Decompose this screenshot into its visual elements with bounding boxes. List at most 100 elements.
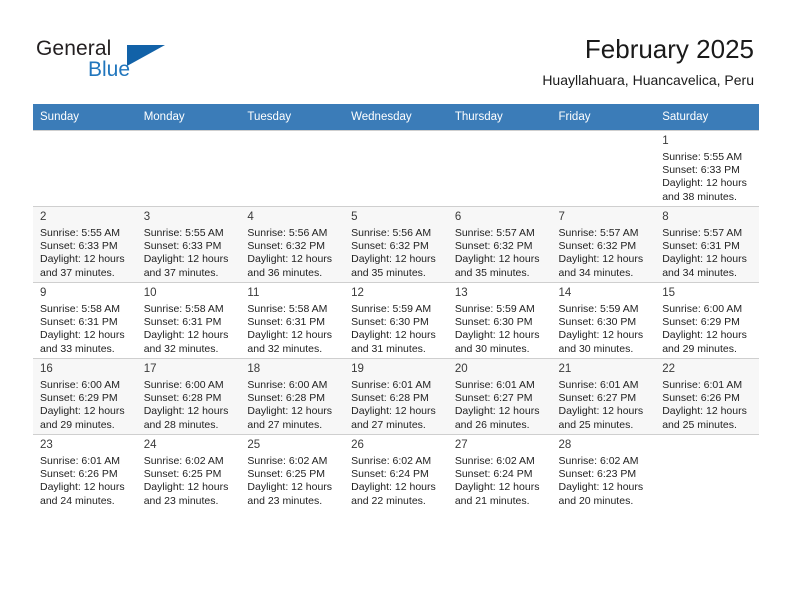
sunset-text: Sunset: 6:29 PM	[662, 316, 740, 329]
sunrise-text: Sunrise: 6:02 AM	[143, 455, 224, 467]
day-cell[interactable]: 12 Sunrise: 5:59 AM Sunset: 6:30 PM Dayligh…	[344, 282, 448, 358]
day-number: 17	[143, 363, 157, 375]
day-number: 19	[351, 363, 364, 375]
day-cell[interactable]: 28 Sunrise: 6:02 AM Sunset: 6:23 PM Dayligh…	[551, 434, 656, 510]
day-cell[interactable]: 8 Sunrise: 5:57 AM Sunset: 6:31 PM Daylight…	[655, 206, 759, 282]
day-cell[interactable]: 1 Sunrise: 5:55 AM Sunset: 6:33 PM Daylight…	[655, 130, 759, 206]
daylight-text: Daylight: 12 hours and 25 minutes.	[662, 405, 747, 431]
day-info: Sunrise: 6:01 AM Sunset: 6:26 PM Daylight:…	[662, 379, 754, 432]
day-cell[interactable]: 21 Sunrise: 6:01 AM Sunset: 6:27 PM Dayligh…	[551, 358, 656, 434]
day-cell-empty	[344, 130, 448, 206]
logo-text-blue: Blue	[88, 58, 131, 81]
day-cell[interactable]: 23 Sunrise: 6:01 AM Sunset: 6:26 PM Dayligh…	[33, 434, 137, 510]
sunrise-text: Sunrise: 6:02 AM	[558, 455, 639, 467]
day-info: Sunrise: 5:59 AM Sunset: 6:30 PM Daylight:…	[559, 303, 651, 356]
day-info: Sunrise: 6:00 AM Sunset: 6:29 PM Daylight:…	[40, 379, 132, 432]
day-cell[interactable]: 11 Sunrise: 5:58 AM Sunset: 6:31 PM Dayligh…	[240, 282, 345, 358]
sunset-text: Sunset: 6:33 PM	[40, 240, 118, 253]
daylight-text: Daylight: 12 hours and 37 minutes.	[143, 253, 229, 279]
day-cell[interactable]: 2 Sunrise: 5:55 AM Sunset: 6:33 PM Daylight…	[33, 206, 137, 282]
day-info: Sunrise: 6:02 AM Sunset: 6:25 PM Daylight:…	[144, 455, 236, 508]
daylight-text: Daylight: 12 hours and 34 minutes.	[662, 253, 747, 279]
day-cell[interactable]: 10 Sunrise: 5:58 AM Sunset: 6:31 PM Dayligh…	[136, 282, 241, 358]
day-info: Sunrise: 5:57 AM Sunset: 6:31 PM Daylight:…	[662, 227, 754, 280]
day-cell[interactable]: 5 Sunrise: 5:56 AM Sunset: 6:32 PM Daylight…	[344, 206, 448, 282]
day-cell[interactable]: 19 Sunrise: 6:01 AM Sunset: 6:28 PM Dayligh…	[344, 358, 448, 434]
sunrise-text: Sunrise: 6:01 AM	[351, 379, 432, 391]
day-number: 4	[247, 211, 254, 223]
day-cell[interactable]: 26 Sunrise: 6:02 AM Sunset: 6:24 PM Dayligh…	[344, 434, 448, 510]
title-block: February 2025 Huayllahuara, Huancavelica…	[542, 33, 754, 89]
sunset-text: Sunset: 6:31 PM	[662, 240, 740, 253]
day-number: 3	[143, 211, 151, 223]
sunrise-text: Sunrise: 5:55 AM	[40, 227, 120, 239]
day-number: 26	[351, 439, 364, 451]
sunrise-text: Sunrise: 6:01 AM	[454, 379, 535, 391]
day-cell[interactable]: 4 Sunrise: 5:56 AM Sunset: 6:32 PM Daylight…	[240, 206, 345, 282]
daylight-text: Daylight: 12 hours and 38 minutes.	[662, 177, 747, 203]
daylight-text: Daylight: 12 hours and 29 minutes.	[662, 329, 747, 355]
sunset-text: Sunset: 6:30 PM	[558, 316, 637, 329]
day-cell[interactable]: 20 Sunrise: 6:01 AM Sunset: 6:27 PM Dayligh…	[447, 358, 552, 434]
day-info: Sunrise: 6:01 AM Sunset: 6:27 PM Daylight:…	[559, 379, 651, 432]
sunrise-text: Sunrise: 5:58 AM	[40, 303, 120, 315]
day-cell[interactable]: 15 Sunrise: 6:00 AM Sunset: 6:29 PM Dayligh…	[655, 282, 759, 358]
daylight-text: Daylight: 12 hours and 30 minutes.	[558, 329, 644, 355]
daylight-text: Daylight: 12 hours and 26 minutes.	[454, 405, 540, 431]
day-info: Sunrise: 5:59 AM Sunset: 6:30 PM Daylight:…	[351, 303, 443, 356]
day-cell[interactable]: 3 Sunrise: 5:55 AM Sunset: 6:33 PM Daylight…	[136, 206, 241, 282]
day-number: 25	[247, 439, 261, 451]
sunset-text: Sunset: 6:25 PM	[247, 468, 326, 481]
day-info: Sunrise: 6:02 AM Sunset: 6:25 PM Daylight:…	[247, 455, 339, 508]
day-cell[interactable]: 13 Sunrise: 5:59 AM Sunset: 6:30 PM Dayligh…	[447, 282, 552, 358]
day-cell[interactable]: 6 Sunrise: 5:57 AM Sunset: 6:32 PM Daylight…	[447, 206, 552, 282]
day-number: 12	[351, 287, 364, 299]
weekday-header-wednesday: Wednesday	[344, 104, 448, 130]
day-info: Sunrise: 6:01 AM Sunset: 6:26 PM Daylight:…	[40, 455, 132, 508]
day-cell[interactable]: 25 Sunrise: 6:02 AM Sunset: 6:25 PM Dayligh…	[240, 434, 345, 510]
sunrise-text: Sunrise: 6:01 AM	[558, 379, 639, 391]
day-cell-empty	[551, 130, 656, 206]
day-cell[interactable]: 9 Sunrise: 5:58 AM Sunset: 6:31 PM Daylight…	[33, 282, 137, 358]
daylight-text: Daylight: 12 hours and 32 minutes.	[247, 329, 333, 355]
day-number: 1	[662, 135, 669, 147]
sunrise-text: Sunrise: 5:56 AM	[351, 227, 432, 239]
day-number: 23	[40, 439, 53, 451]
day-cell[interactable]: 27 Sunrise: 6:02 AM Sunset: 6:24 PM Dayligh…	[447, 434, 552, 510]
day-number: 22	[662, 363, 676, 375]
day-number: 10	[143, 287, 157, 299]
page-header: General Blue February 2025 Huayllahuara,…	[0, 0, 792, 100]
day-cell[interactable]: 18 Sunrise: 6:00 AM Sunset: 6:28 PM Dayligh…	[240, 358, 345, 434]
daylight-text: Daylight: 12 hours and 35 minutes.	[351, 253, 436, 279]
weekday-header-sunday: Sunday	[33, 104, 137, 130]
day-cell[interactable]: 22 Sunrise: 6:01 AM Sunset: 6:26 PM Dayligh…	[655, 358, 759, 434]
day-info: Sunrise: 5:58 AM Sunset: 6:31 PM Daylight:…	[247, 303, 339, 356]
day-number: 27	[454, 439, 468, 451]
day-cell[interactable]: 14 Sunrise: 5:59 AM Sunset: 6:30 PM Dayligh…	[551, 282, 656, 358]
daylight-text: Daylight: 12 hours and 32 minutes.	[143, 329, 229, 355]
day-info: Sunrise: 6:00 AM Sunset: 6:28 PM Daylight:…	[247, 379, 339, 432]
page-subtitle: Huayllahuara, Huancavelica, Peru	[542, 72, 754, 88]
sunset-text: Sunset: 6:31 PM	[247, 316, 326, 329]
sunset-text: Sunset: 6:32 PM	[558, 240, 637, 253]
day-number: 16	[40, 363, 53, 375]
day-info: Sunrise: 5:55 AM Sunset: 6:33 PM Daylight:…	[144, 227, 236, 280]
sunset-text: Sunset: 6:27 PM	[558, 392, 637, 405]
day-info: Sunrise: 6:00 AM Sunset: 6:28 PM Daylight:…	[144, 379, 236, 432]
day-cell[interactable]: 7 Sunrise: 5:57 AM Sunset: 6:32 PM Daylight…	[551, 206, 656, 282]
sunrise-sunset-calendar: Sunday Monday Tuesday Wednesday Thursday…	[33, 104, 759, 510]
sunrise-text: Sunrise: 5:57 AM	[454, 227, 535, 239]
day-cell[interactable]: 17 Sunrise: 6:00 AM Sunset: 6:28 PM Dayligh…	[136, 358, 241, 434]
day-info: Sunrise: 6:02 AM Sunset: 6:24 PM Daylight:…	[351, 455, 443, 508]
day-number: 28	[558, 439, 572, 451]
day-info: Sunrise: 6:01 AM Sunset: 6:27 PM Daylight:…	[455, 379, 547, 432]
day-number: 2	[40, 211, 47, 223]
day-cell[interactable]: 16 Sunrise: 6:00 AM Sunset: 6:29 PM Dayligh…	[33, 358, 137, 434]
sunrise-text: Sunrise: 6:02 AM	[247, 455, 328, 467]
day-cell[interactable]: 24 Sunrise: 6:02 AM Sunset: 6:25 PM Dayligh…	[136, 434, 241, 510]
day-number: 6	[454, 211, 462, 223]
sunset-text: Sunset: 6:25 PM	[143, 468, 222, 481]
weekday-header-friday: Friday	[551, 104, 656, 130]
sunrise-text: Sunrise: 5:59 AM	[454, 303, 535, 315]
sunset-text: Sunset: 6:28 PM	[247, 392, 326, 405]
